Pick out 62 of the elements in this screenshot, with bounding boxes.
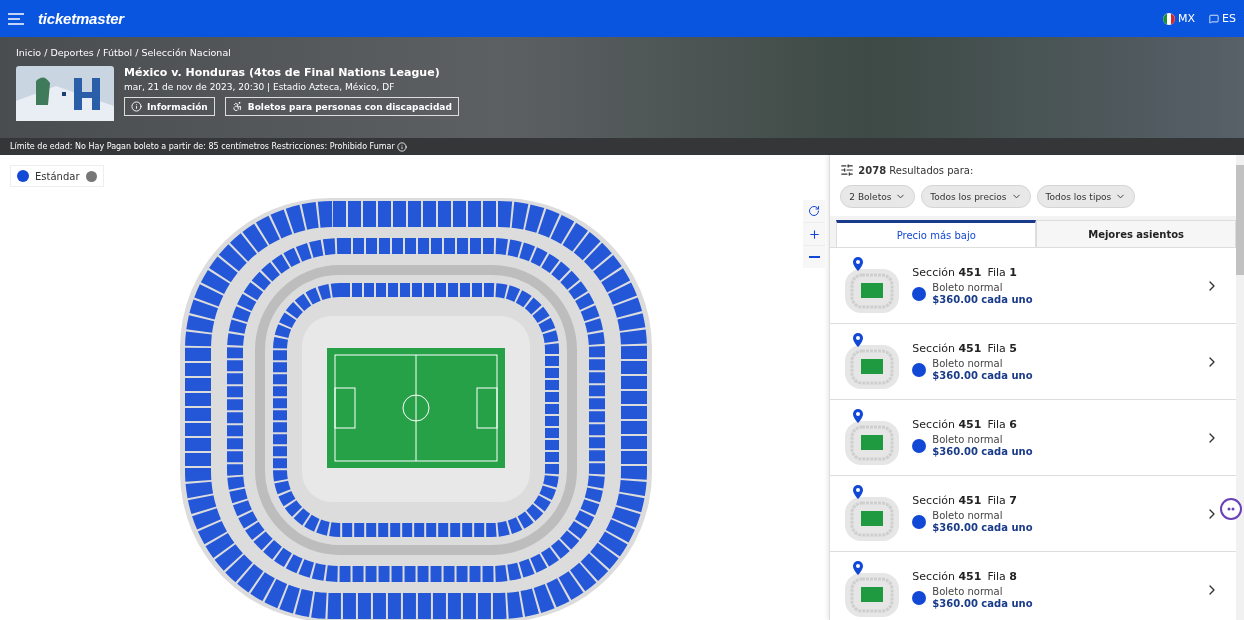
legend-label: Estándar [35,170,80,182]
reset-button[interactable] [803,200,825,222]
row-label: Fila 8 [987,570,1017,583]
chat-icon[interactable] [1220,498,1242,520]
section-label: Sección 451 [912,494,982,507]
row-label: Fila 6 [987,418,1017,431]
filter-dropdown[interactable]: 2 Boletos [840,185,916,208]
filter-icon[interactable] [840,163,855,177]
logo[interactable]: ticketmaster [38,10,124,27]
plus-icon [807,227,821,241]
info-icon[interactable] [396,141,407,152]
reset-icon [808,205,820,217]
section-label: Sección 451 [912,266,982,279]
row-label: Fila 5 [987,342,1017,355]
ticket-type: Boleto normal [932,358,1004,369]
section-label: Sección 451 [912,570,982,583]
ticket-listing[interactable]: Sección 451 Fila 5 Boleto normal $360.00 cada uno [830,324,1236,400]
ticket-price: $360.00 cada uno [932,598,1033,609]
sort-tab[interactable]: Mejores asientos [1036,220,1236,247]
ticket-type: Boleto normal [932,586,1004,597]
event-title: México v. Honduras (4tos de Final Nations League) [124,66,441,79]
venue-map-icon [844,332,901,391]
filter-dropdown[interactable]: Todos los precios [921,185,1031,208]
venue-map-icon [844,484,901,543]
sort-tab[interactable]: Precio más bajo [836,220,1037,247]
venue-map-icon [844,256,901,315]
info-icon[interactable] [85,170,97,182]
restrictions-text: Límite de edad: No Hay Pagan boleto a partir de: 85 centímetros Restricciones: Prohibido Fumar [10,142,395,151]
accessible-tickets-button[interactable]: Boletos para personas con discapacidad [224,97,459,116]
scrollbar-thumb[interactable] [1236,165,1244,275]
ticket-type: Boleto normal [932,434,1004,445]
info-button[interactable]: Información [124,97,215,116]
wheelchair-icon [231,101,243,112]
minus-icon [808,256,820,258]
ticket-listing[interactable]: Sección 451 Fila 8 Boleto normal $360.00 cada uno [830,552,1236,620]
language-icon [1209,13,1220,24]
ticket-price: $360.00 cada uno [932,294,1033,305]
ticket-listing[interactable]: Sección 451 Fila 7 Boleto normal $360.00 cada uno [830,476,1236,552]
info-icon [131,101,142,112]
ticket-price: $360.00 cada uno [932,370,1033,381]
event-date-venue: mar, 21 de nov de 2023, 20:30 | Estadio Azteca, México, DF [124,82,396,92]
ticket-listing[interactable]: Sección 451 Fila 6 Boleto normal $360.00 cada uno [830,400,1236,476]
breadcrumb[interactable]: Inicio / Deportes / Fútbol / Selección Nacional [16,47,1228,58]
venue-map-icon [844,408,901,467]
ticket-price: $360.00 cada uno [932,446,1033,457]
ticket-listing[interactable]: Sección 451 Fila 1 Boleto normal $360.00 cada uno [830,248,1236,324]
row-label: Fila 7 [987,494,1017,507]
ticket-type: Boleto normal [932,282,1004,293]
section-label: Sección 451 [912,342,982,355]
results-count: 2078 Resultados para: [858,164,974,176]
menu-icon[interactable] [8,12,24,25]
language-selector[interactable]: ES [1222,12,1236,25]
row-label: Fila 1 [987,266,1017,279]
section-label: Sección 451 [912,418,982,431]
ticket-price: $360.00 cada uno [932,522,1033,533]
scrollbar[interactable] [1236,155,1244,620]
filter-dropdown[interactable]: Todos los tipos [1036,185,1136,208]
zoom-out-button[interactable] [803,246,825,268]
zoom-in-button[interactable] [803,223,825,245]
ticket-type: Boleto normal [932,510,1004,521]
country-selector[interactable]: MX [1178,12,1196,25]
flag-icon [1163,12,1176,25]
